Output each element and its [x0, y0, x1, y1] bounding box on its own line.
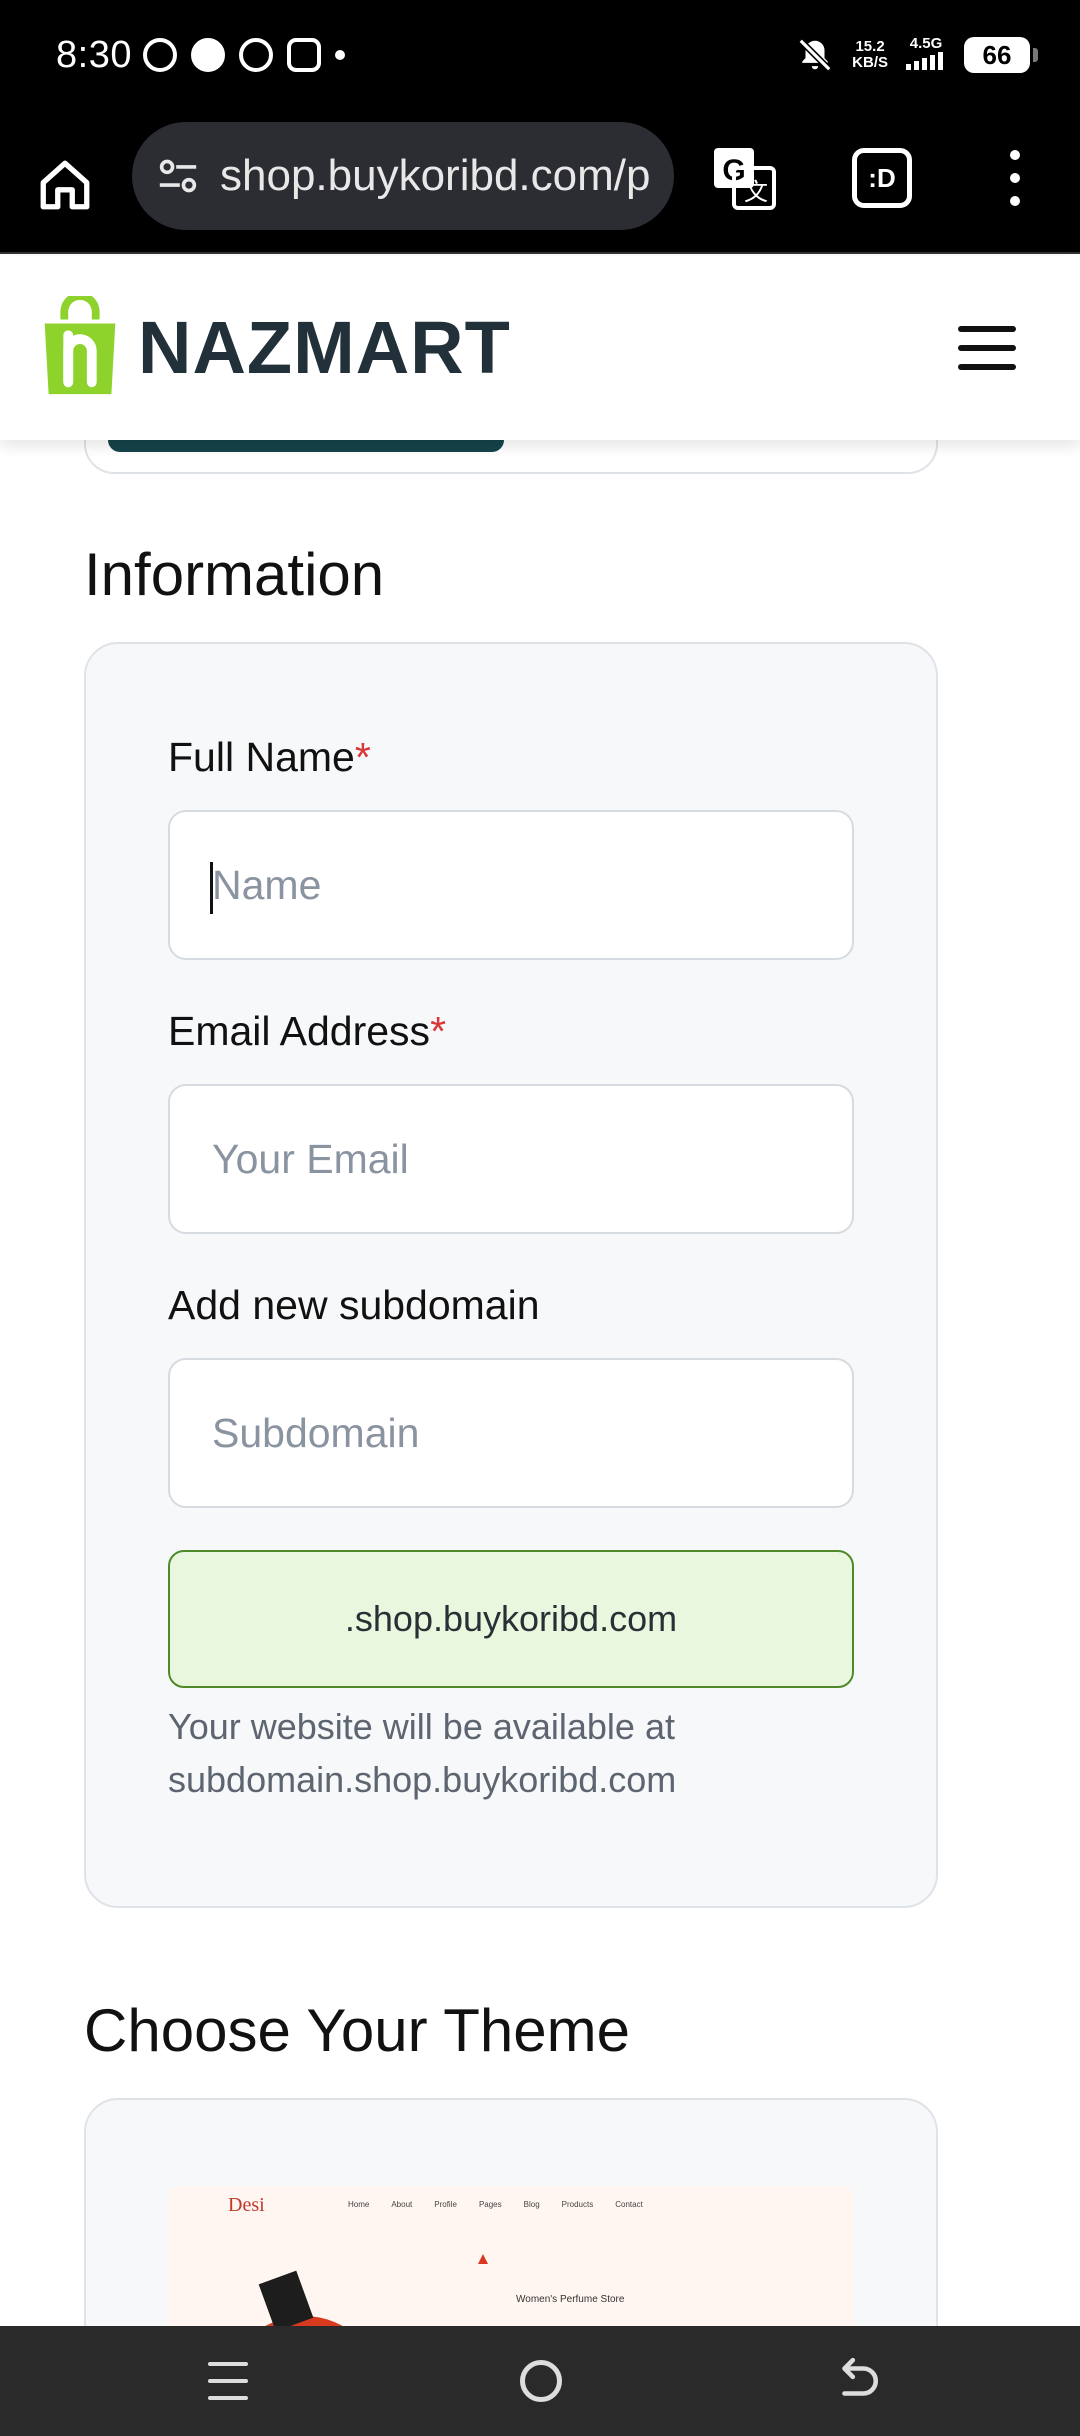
- home-icon[interactable]: [36, 154, 94, 216]
- domain-suffix: .shop.buykoribd.com: [168, 1550, 854, 1688]
- messenger-icon: [239, 38, 273, 72]
- notification-icons: [143, 38, 345, 72]
- instagram-icon: [287, 38, 321, 72]
- whatsapp-icon: [143, 38, 177, 72]
- theme-preview-nav-item: About: [391, 2200, 413, 2209]
- brand-name: NAZMART: [138, 305, 511, 389]
- site-settings-icon[interactable]: [156, 156, 200, 196]
- full-name-label-text: Full Name: [168, 734, 355, 780]
- subdomain-label: Add new subdomain: [168, 1282, 540, 1328]
- email-label: Email Address*: [168, 1008, 446, 1055]
- signal-indicator: 4.5G: [906, 36, 946, 74]
- message-icon: [191, 38, 225, 72]
- theme-preview-nav-item: Profile: [434, 2200, 457, 2209]
- more-notifications-icon: [335, 50, 345, 60]
- theme-preview-logo: Desi: [228, 2194, 265, 2216]
- net-speed-unit: KB/S: [852, 54, 888, 71]
- theme-preview-nav-item: Blog: [523, 2200, 540, 2209]
- address-bar[interactable]: shop.buykoribd.com/p: [132, 122, 674, 230]
- full-name-input[interactable]: [168, 810, 854, 960]
- required-mark: *: [354, 734, 371, 780]
- url-text[interactable]: shop.buykoribd.com/p: [220, 151, 650, 201]
- full-name-label: Full Name*: [168, 734, 371, 781]
- net-speed-value: 15.2: [855, 38, 885, 55]
- theme-preview-nav-item: Contact: [615, 2200, 643, 2209]
- email-input[interactable]: [168, 1084, 854, 1234]
- browser-toolbar: shop.buykoribd.com/p G 文 :D: [0, 118, 1080, 254]
- required-mark: *: [430, 1008, 447, 1054]
- system-navigation-bar: [0, 2326, 1080, 2436]
- theme-preview-subtitle: Women's Perfume Store: [516, 2294, 625, 2305]
- theme-preview-nav: Home About Profile Pages Blog Products C…: [348, 2200, 643, 2209]
- subdomain-help-text: Your website will be available at subdom…: [168, 1700, 868, 1806]
- bell-muted-icon: [798, 38, 832, 72]
- translate-icon[interactable]: G 文: [712, 146, 776, 210]
- signal-icon: [906, 52, 943, 70]
- network-type: 4.5G: [909, 35, 943, 52]
- text-cursor: [210, 862, 213, 914]
- theme-preview-decoration: [478, 2254, 488, 2264]
- help-line-2: subdomain.shop.buykoribd.com: [168, 1759, 677, 1800]
- status-time: 8:30: [56, 34, 132, 76]
- status-bar: 8:30 15.2 KB/S 4.5G 66: [0, 0, 1080, 118]
- network-speed: 15.2 KB/S: [852, 39, 888, 71]
- theme-preview-nav-item: Home: [348, 2200, 370, 2209]
- site-header: NAZMART: [0, 256, 1080, 440]
- subdomain-input[interactable]: [168, 1358, 854, 1508]
- recent-apps-icon[interactable]: [208, 2362, 248, 2400]
- hamburger-menu-icon[interactable]: [958, 326, 1016, 370]
- theme-preview-nav-item: Pages: [478, 2200, 502, 2209]
- battery-icon: 66: [964, 37, 1038, 73]
- brand-logo[interactable]: NAZMART: [40, 296, 511, 398]
- theme-preview-nav-item: Products: [561, 2200, 594, 2209]
- svg-text:文: 文: [744, 178, 768, 206]
- home-circle-icon[interactable]: [520, 2360, 562, 2402]
- information-title: Information: [84, 541, 385, 608]
- back-icon[interactable]: [832, 2356, 882, 2406]
- email-label-text: Email Address: [168, 1008, 431, 1054]
- reader-mode-icon[interactable]: :D: [852, 148, 912, 208]
- system-icons: 15.2 KB/S 4.5G 66: [796, 36, 1038, 74]
- help-line-1: Your website will be available at: [168, 1706, 675, 1747]
- overflow-menu-icon[interactable]: [1000, 142, 1030, 214]
- shopping-bag-icon: [44, 296, 116, 395]
- choose-theme-title: Choose Your Theme: [84, 1997, 630, 2064]
